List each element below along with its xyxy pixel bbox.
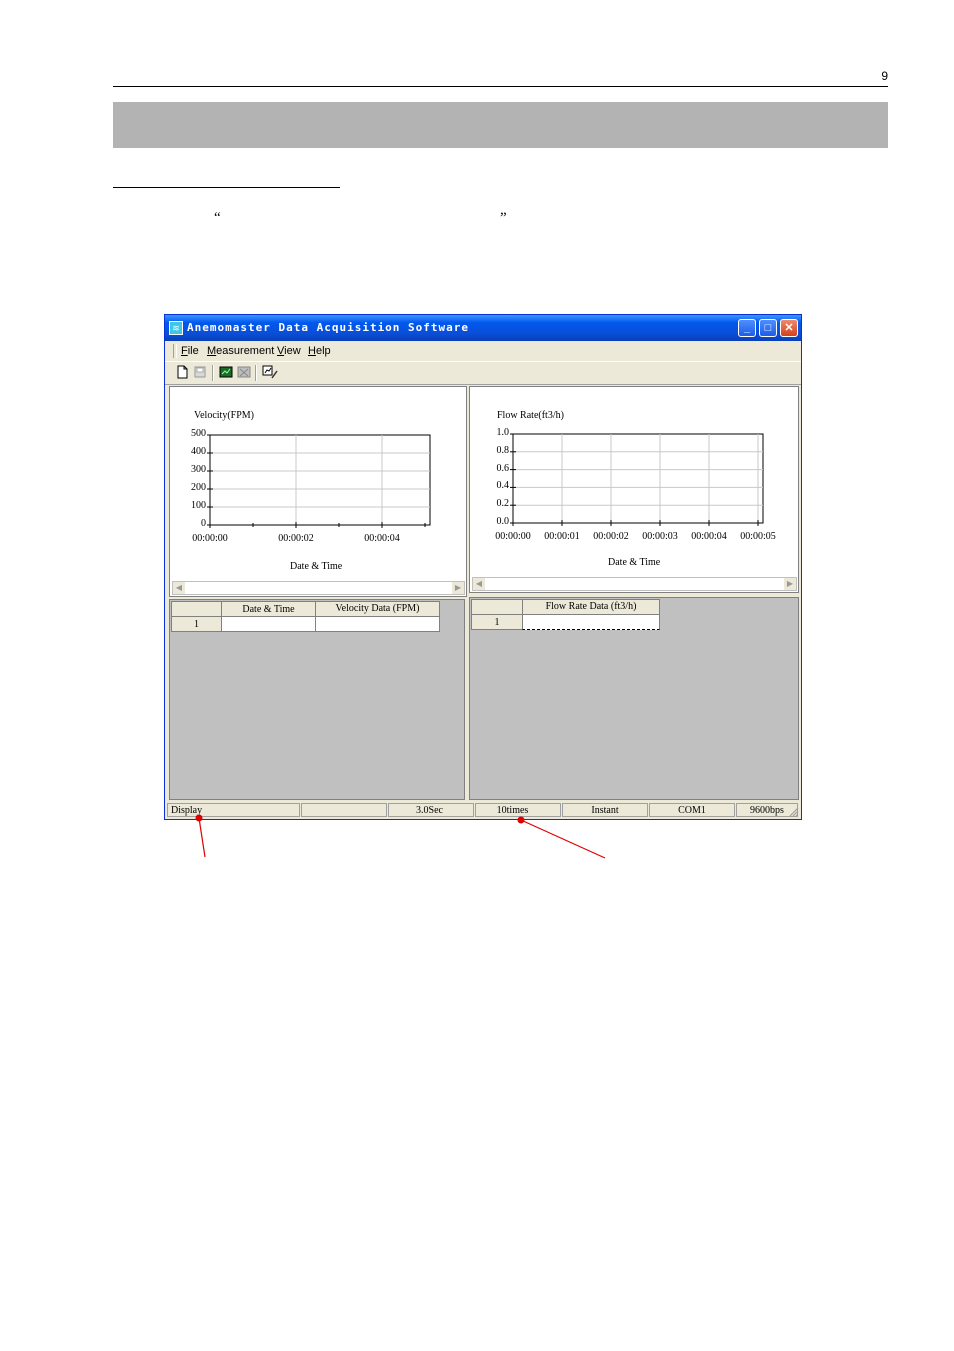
annotation-dot-count [517, 816, 525, 824]
annotation-dot-mode [195, 814, 203, 822]
annotation-arrows [195, 814, 606, 859]
annotation-arrow-count [520, 819, 606, 859]
annotation-arrow-mode [198, 817, 206, 858]
